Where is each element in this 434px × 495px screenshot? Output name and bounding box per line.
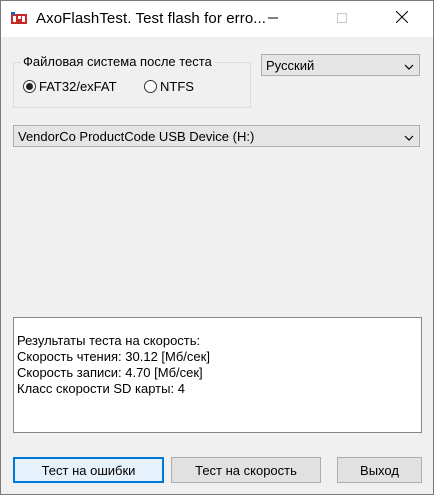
chevron-down-icon (404, 131, 414, 141)
radio-checked-icon[interactable] (23, 80, 36, 93)
language-select-value: Русский (266, 58, 315, 73)
window-title: AxoFlashTest. Test flash for erro... (36, 10, 267, 27)
radio-fat32[interactable]: FAT32/exFAT (23, 79, 117, 94)
exit-button[interactable]: Выход (337, 457, 422, 483)
device-select[interactable]: VendorCo ProductCode USB Device (H:) (13, 125, 420, 147)
title-bar[interactable]: AxoFlashTest. Test flash for erro... (1, 1, 433, 37)
maximize-button[interactable] (319, 1, 365, 37)
minimize-icon (268, 10, 278, 28)
results-heading: Результаты теста на скорость: (17, 333, 201, 348)
radio-unchecked-icon[interactable] (144, 80, 157, 93)
results-textbox[interactable]: Результаты теста на скорость: Скорость ч… (13, 317, 422, 433)
radio-fat32-label: FAT32/exFAT (39, 79, 117, 94)
close-icon (395, 10, 409, 28)
close-button[interactable] (379, 1, 425, 37)
app-flash-icon (11, 12, 27, 26)
write-speed-text: Скорость записи: 4.70 [Мб/сек] (17, 365, 203, 380)
filesystem-group-label: Файловая система после теста (21, 54, 214, 69)
chevron-down-icon (404, 60, 414, 70)
language-select[interactable]: Русский (261, 54, 420, 76)
test-speed-button[interactable]: Тест на скорость (171, 457, 321, 483)
read-speed-text: Скорость чтения: 30.12 [Мб/сек] (17, 349, 210, 364)
device-select-value: VendorCo ProductCode USB Device (H:) (18, 129, 255, 144)
maximize-icon (337, 10, 347, 28)
radio-ntfs-label: NTFS (160, 79, 194, 94)
minimize-button[interactable] (250, 1, 296, 37)
test-errors-button[interactable]: Тест на ошибки (13, 457, 164, 483)
radio-ntfs[interactable]: NTFS (144, 79, 194, 94)
sd-class-text: Класс скорости SD карты: 4 (17, 381, 185, 396)
app-window: AxoFlashTest. Test flash for erro... Фай… (0, 0, 434, 495)
